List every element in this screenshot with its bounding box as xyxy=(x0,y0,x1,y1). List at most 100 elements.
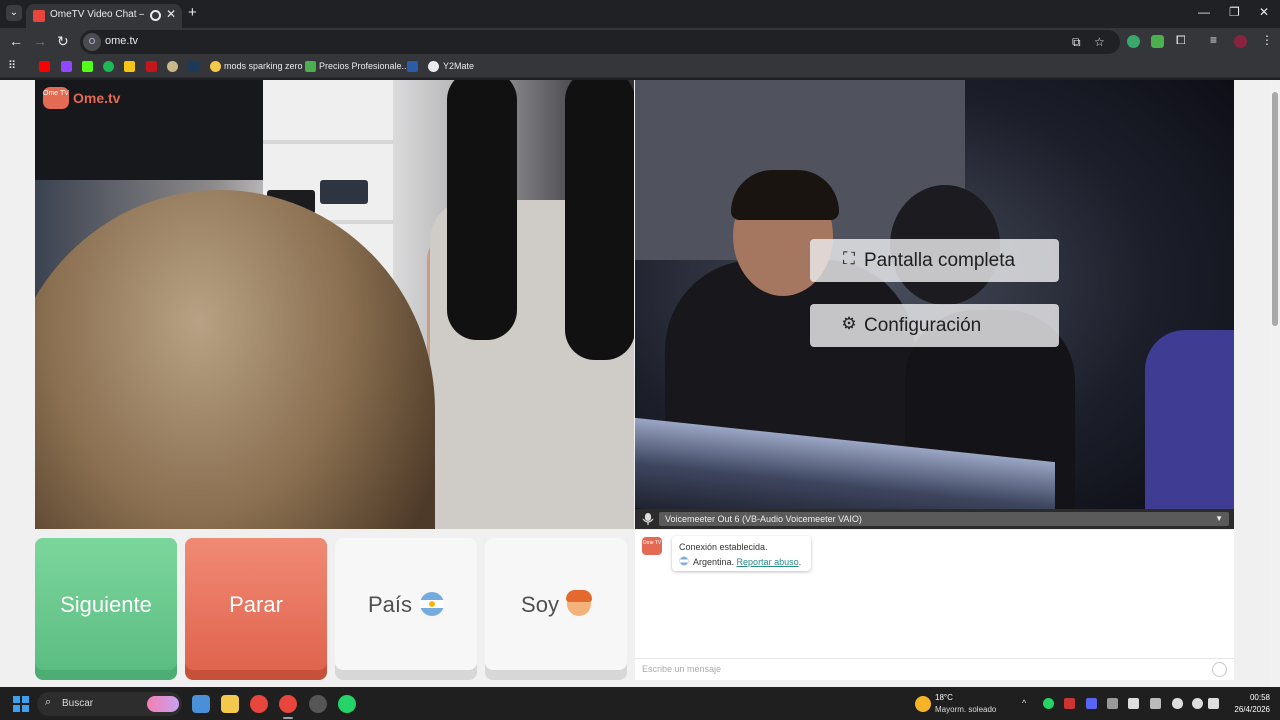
onedrive-icon[interactable] xyxy=(1128,698,1139,709)
gender-label: Soy xyxy=(521,592,559,617)
shelf-item xyxy=(320,180,368,204)
scrollbar-thumb[interactable] xyxy=(1272,92,1278,326)
volume-icon[interactable] xyxy=(1208,698,1219,709)
report-suffix: . xyxy=(798,557,802,567)
clock-date[interactable]: 26/4/2026 xyxy=(1222,705,1270,714)
close-icon[interactable]: ✕ xyxy=(166,7,176,21)
scrollbar[interactable] xyxy=(1270,80,1280,687)
whatsapp-icon[interactable] xyxy=(338,695,356,713)
remote-video[interactable]: ⛶ Pantalla completa ⚙ Configuración Voic… xyxy=(635,80,1234,529)
site-info-icon[interactable]: O xyxy=(83,33,101,51)
microphone-device: Voicemeeter Out 6 (VB-Audio Voicemeeter … xyxy=(665,514,862,524)
extension-icon[interactable] xyxy=(1127,35,1140,48)
whatsapp-tray-icon[interactable] xyxy=(1043,698,1054,709)
address-bar[interactable]: O ome.tv ⧉ ☆ xyxy=(80,30,1120,54)
video-scene-chair xyxy=(1145,330,1234,529)
bookmark-icon[interactable] xyxy=(167,61,178,72)
bookmark-icon[interactable] xyxy=(124,61,135,72)
minimize-icon[interactable]: — xyxy=(1198,5,1210,19)
weather-icon[interactable] xyxy=(915,696,931,712)
drive-icon[interactable] xyxy=(305,61,316,72)
discord-icon[interactable] xyxy=(1086,698,1097,709)
menu-icon[interactable]: ⋮ xyxy=(1261,33,1273,47)
gear-icon: ⚙ xyxy=(841,314,857,333)
taskbar-search-text: Buscar xyxy=(62,698,94,709)
apps-icon[interactable]: ⠿ xyxy=(8,59,16,72)
widgets-app-icon[interactable] xyxy=(192,695,210,713)
message-input[interactable]: Escribe un mensaje xyxy=(635,658,1234,680)
favicon-icon xyxy=(33,10,45,22)
steam-icon[interactable] xyxy=(188,61,199,72)
chrome-icon[interactable] xyxy=(250,695,268,713)
taskbar-search[interactable]: ⌕ Buscar xyxy=(37,692,182,716)
y2mate-icon[interactable] xyxy=(428,61,439,72)
fullscreen-label: Pantalla completa xyxy=(864,250,1016,271)
tray-icon[interactable] xyxy=(1064,698,1075,709)
chevron-up-icon[interactable]: ^ xyxy=(1022,698,1033,709)
file-explorer-icon[interactable] xyxy=(221,695,239,713)
microphone-select[interactable]: Voicemeeter Out 6 (VB-Audio Voicemeeter … xyxy=(659,512,1229,526)
tray-icon[interactable] xyxy=(1107,698,1118,709)
country-label: País xyxy=(367,592,413,617)
bookmark-mods[interactable]: mods sparking zero xyxy=(224,61,303,71)
bookmark-precios[interactable]: Precios Profesionale... xyxy=(319,61,409,71)
fullscreen-icon: ⛶ xyxy=(843,249,855,268)
chrome-active-icon[interactable] xyxy=(279,695,297,713)
chat-logo-icon: Ome TV xyxy=(642,537,662,555)
youtube-icon[interactable] xyxy=(39,61,50,72)
bookmark-icon[interactable] xyxy=(407,61,418,72)
weather-temp: 18°C xyxy=(935,693,953,702)
restore-icon[interactable]: ❐ xyxy=(1229,5,1240,19)
settings-label: Configuración xyxy=(864,315,982,336)
windows-icon[interactable] xyxy=(13,696,29,712)
emoji-icon[interactable] xyxy=(1212,662,1227,677)
microphone-icon xyxy=(642,513,654,525)
tab-menu-icon[interactable]: ⌄ xyxy=(6,5,22,21)
stop-label: Parar xyxy=(229,592,283,617)
twitch-icon[interactable] xyxy=(61,61,72,72)
shield-icon[interactable] xyxy=(1151,35,1164,48)
forward-icon[interactable]: → xyxy=(33,33,47,49)
settings-button[interactable]: ⚙ Configuración xyxy=(810,304,1059,347)
audio-playing-icon[interactable] xyxy=(150,10,161,21)
report-abuse-link[interactable]: Reportar abuso xyxy=(737,557,799,567)
window-close-icon[interactable]: ✕ xyxy=(1259,5,1269,19)
star-icon[interactable]: ☆ xyxy=(1094,35,1105,49)
next-label: Siguiente xyxy=(60,592,152,617)
install-icon[interactable]: ⧉ xyxy=(1072,35,1081,50)
connection-status: Conexión establecida. xyxy=(679,542,768,552)
profile-avatar[interactable] xyxy=(1234,35,1247,48)
browser-tab[interactable]: OmeTV Video Chat — Ome ✕ xyxy=(26,4,182,28)
fullscreen-button[interactable]: ⛶ Pantalla completa xyxy=(810,239,1059,282)
stop-button[interactable]: Parar xyxy=(185,538,327,680)
message-placeholder: Escribe un mensaje xyxy=(642,664,722,674)
weather-desc: Mayorm. soleado xyxy=(935,705,997,714)
tab-title: OmeTV Video Chat — Ome xyxy=(50,9,144,20)
bookmark-icon[interactable] xyxy=(146,61,157,72)
clock-time[interactable]: 00:58 xyxy=(1230,693,1270,702)
tray-icon[interactable] xyxy=(1150,698,1161,709)
kick-icon[interactable] xyxy=(82,61,93,72)
wifi-icon[interactable] xyxy=(1192,698,1203,709)
boy-avatar-icon xyxy=(565,590,592,616)
microphone-tray-icon[interactable] xyxy=(1172,698,1183,709)
microphone-bar: Voicemeeter Out 6 (VB-Audio Voicemeeter … xyxy=(635,509,1234,529)
bookmark-icon[interactable] xyxy=(210,61,221,72)
tab-strip: ⌄ OmeTV Video Chat — Ome ✕ + — ❐ ✕ xyxy=(0,0,1280,28)
shelf-line xyxy=(263,140,393,144)
extensions-icon[interactable]: ⧠ xyxy=(1176,33,1186,48)
back-icon[interactable]: ← xyxy=(9,33,23,49)
video-scene-hair xyxy=(447,80,517,340)
windows-taskbar: ⌕ Buscar 18°C Mayorm. soleado ^ 00:58 26… xyxy=(0,688,1280,720)
plus-icon[interactable]: + xyxy=(188,4,197,21)
media-control-icon[interactable]: ≡ xyxy=(1210,33,1217,47)
next-button[interactable]: Siguiente xyxy=(35,538,177,680)
gender-button[interactable]: Soy xyxy=(485,538,627,680)
chat-panel: Ome TV Conexión establecida. Argentina. … xyxy=(635,530,1234,680)
local-video: Ome TV Ome.tv xyxy=(35,80,634,529)
app-icon[interactable] xyxy=(309,695,327,713)
reload-icon[interactable]: ↻ xyxy=(57,33,69,50)
country-button[interactable]: País xyxy=(335,538,477,680)
spotify-icon[interactable] xyxy=(103,61,114,72)
bookmark-y2mate[interactable]: Y2Mate xyxy=(443,61,474,71)
